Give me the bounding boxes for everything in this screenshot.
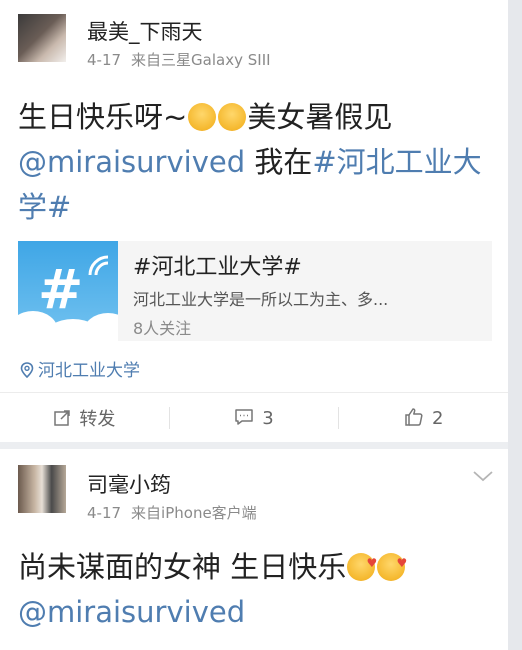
like-count: 2 bbox=[431, 408, 444, 429]
username[interactable]: 最美_下雨天 bbox=[87, 16, 203, 46]
smile-emoji-icon bbox=[218, 103, 247, 131]
repost-icon bbox=[54, 410, 71, 426]
avatar[interactable] bbox=[18, 465, 66, 513]
chevron-down-icon[interactable] bbox=[472, 469, 494, 483]
topic-title: #河北工业大学# bbox=[133, 255, 302, 280]
post-text-part: 我在 bbox=[245, 145, 313, 179]
username[interactable]: 司毫小筠 bbox=[87, 469, 171, 499]
location-link[interactable]: 河北工业大学 bbox=[20, 356, 140, 381]
comment-count: 3 bbox=[262, 407, 274, 429]
post-text-part: 尚未谋面的女神 生日快乐 bbox=[18, 550, 347, 584]
topic-thumbnail-icon: # bbox=[18, 241, 118, 341]
post-card[interactable]: 司毫小筠 4-17 来自iPhone客户端 尚未谋面的女神 生日快乐 @mirais… bbox=[0, 449, 508, 650]
post-meta: 4-17 来自三星Galaxy SIII bbox=[87, 49, 271, 70]
post-text-part: 生日快乐呀~ bbox=[18, 100, 188, 134]
like-button[interactable]: 2 bbox=[339, 407, 508, 429]
topic-description: 河北工业大学是一所以工为主、多... bbox=[133, 290, 389, 309]
avatar[interactable] bbox=[18, 14, 66, 62]
mention-link[interactable]: @miraisurvived bbox=[18, 595, 245, 629]
post-text: 生日快乐呀~ 美女暑假见@miraisurvived 我在#河北工业大学# bbox=[18, 95, 488, 230]
post-date: 4-17 bbox=[87, 51, 122, 69]
post-card[interactable]: 最美_下雨天 4-17 来自三星Galaxy SIII 生日快乐呀~ 美女暑假见@m… bbox=[0, 0, 508, 442]
post-text: 尚未谋面的女神 生日快乐 @miraisurvived bbox=[18, 545, 488, 635]
topic-card[interactable]: # #河北工业大学# 河北工业大学是一所以工为主、多... 8人关注 bbox=[18, 241, 492, 341]
action-bar: 转发 3 2 bbox=[0, 392, 508, 443]
smile-emoji-icon bbox=[188, 103, 217, 131]
post-source: 来自iPhone客户端 bbox=[131, 504, 257, 522]
kiss-emoji-icon bbox=[347, 553, 377, 581]
comment-button[interactable]: 3 bbox=[170, 408, 339, 429]
post-meta: 4-17 来自iPhone客户端 bbox=[87, 502, 257, 523]
post-source: 来自三星Galaxy SIII bbox=[131, 51, 271, 69]
comment-icon bbox=[235, 408, 254, 425]
right-scroll-strip bbox=[508, 0, 522, 650]
kiss-emoji-icon bbox=[377, 553, 407, 581]
post-text-part: 美女暑假见 bbox=[247, 100, 393, 134]
repost-button[interactable]: 转发 bbox=[0, 405, 169, 431]
thumbs-up-icon bbox=[405, 408, 423, 426]
post-date: 4-17 bbox=[87, 504, 122, 522]
topic-followers: 8人关注 bbox=[133, 319, 192, 338]
location-label: 河北工业大学 bbox=[38, 361, 140, 381]
mention-link[interactable]: @miraisurvived bbox=[18, 145, 245, 179]
repost-label: 转发 bbox=[79, 409, 116, 430]
location-pin-icon bbox=[20, 362, 34, 379]
